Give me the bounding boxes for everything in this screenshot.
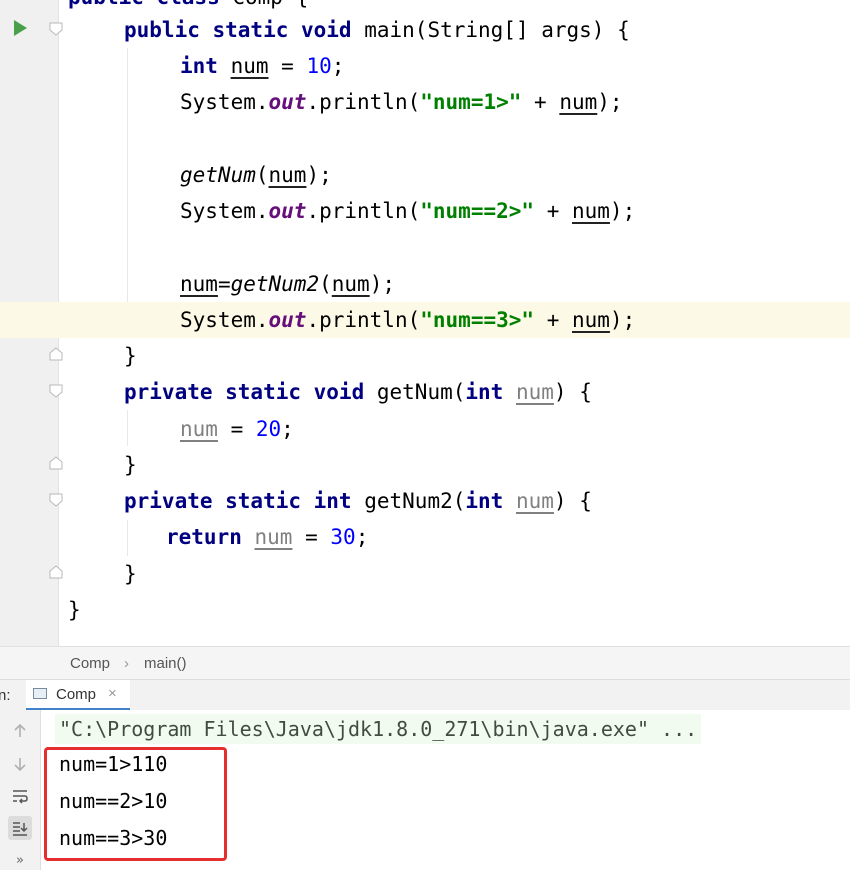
operator: + — [534, 199, 572, 223]
arrow-down-icon[interactable] — [8, 752, 32, 776]
more-icon[interactable]: » — [8, 848, 32, 872]
keyword: int — [465, 489, 504, 513]
variable: num — [268, 163, 307, 187]
punctuation: ); — [609, 308, 636, 332]
punctuation: ; — [331, 54, 345, 78]
code-line: } — [0, 338, 850, 374]
breadcrumb-method[interactable]: main() — [144, 655, 187, 672]
string-literal: "num==3>" — [420, 308, 535, 332]
string-literal: "num==2>" — [420, 199, 535, 223]
punctuation: ; — [281, 417, 294, 441]
run-tab-label: Comp — [56, 686, 97, 703]
current-code-line: System.out.println("num==3>" + num); — [0, 302, 850, 338]
breadcrumb-class[interactable]: Comp — [70, 655, 110, 672]
operator: = — [217, 417, 256, 441]
class-ref: System. — [180, 90, 269, 114]
method-signature: main(String[] args) { — [364, 18, 630, 42]
class-ref: System. — [180, 199, 269, 223]
method-call: getNum2 — [230, 272, 320, 296]
console-command-line: "C:\Program Files\Java\jdk1.8.0_271\bin\… — [55, 714, 702, 744]
console-icon — [33, 688, 47, 699]
run-tab-comp[interactable]: Comp × — [26, 680, 130, 711]
method-name: getNum( — [376, 380, 466, 404]
keyword: int — [465, 380, 504, 404]
string-literal: "num=1>" — [420, 90, 522, 114]
variable: num — [559, 90, 598, 114]
code-line: num = 20; — [0, 411, 850, 447]
variable: num — [571, 308, 610, 332]
punctuation: ); — [597, 90, 623, 114]
code-line: } — [0, 447, 850, 483]
punctuation: ); — [609, 199, 636, 223]
closing-brace: } — [124, 562, 137, 586]
punctuation: ( — [319, 272, 332, 296]
variable: num — [571, 199, 610, 223]
method-call: .println( — [306, 199, 421, 223]
run-label: n: — [0, 687, 11, 704]
closing-brace: } — [68, 598, 81, 622]
parameter: num — [515, 489, 554, 513]
code-line: } — [0, 556, 850, 592]
closing-brace: } — [124, 453, 137, 477]
field-ref: out — [268, 90, 307, 114]
parameter: num — [254, 525, 293, 549]
code-line: return num = 30; — [0, 519, 850, 555]
parameter: num — [180, 417, 218, 441]
variable: num — [230, 54, 269, 78]
code-line: int num = 10; — [0, 48, 850, 84]
punctuation: ); — [369, 272, 395, 296]
class-ref: System. — [180, 308, 269, 332]
punctuation: ) { — [553, 489, 592, 513]
operator: = — [217, 272, 231, 296]
code-line: } — [0, 592, 850, 628]
variable: num — [180, 272, 218, 296]
code-line: num=getNum2(num); — [0, 266, 850, 302]
keyword: return — [166, 525, 242, 549]
variable: num — [331, 272, 370, 296]
code-line: System.out.println("num=1>" + num); — [0, 84, 850, 120]
keyword: public static void — [124, 18, 352, 42]
keyword: private static int — [124, 489, 352, 513]
code-line: System.out.println("num==2>" + num); — [0, 193, 850, 229]
keyword: private static void — [124, 380, 365, 404]
output-highlight-box — [44, 747, 227, 861]
method-call: .println( — [306, 90, 421, 114]
code-line: private static int getNum2(int num) { — [0, 483, 850, 519]
code-line: private static void getNum(int num) { — [0, 374, 850, 410]
breadcrumb: Comp › main() — [0, 646, 850, 680]
punctuation: ; — [355, 525, 369, 549]
class-name: Comp { — [232, 0, 308, 9]
code-line: getNum(num); — [0, 157, 850, 193]
code-line: public static void main(String[] args) { — [0, 12, 850, 48]
keyword: public class — [68, 0, 220, 9]
breadcrumb-separator: › — [124, 655, 129, 672]
method-call: .println( — [306, 308, 421, 332]
operator: + — [521, 90, 560, 114]
number-literal: 10 — [306, 54, 332, 78]
scroll-to-end-icon[interactable] — [8, 816, 32, 840]
field-ref: out — [268, 199, 307, 223]
operator: + — [534, 308, 572, 332]
punctuation: ); — [306, 163, 332, 187]
operator: = — [292, 525, 331, 549]
number-literal: 30 — [330, 525, 356, 549]
operator: = — [268, 54, 307, 78]
arrow-up-icon[interactable] — [8, 719, 32, 743]
punctuation: ( — [255, 163, 269, 187]
field-ref: out — [268, 308, 307, 332]
number-literal: 20 — [255, 417, 282, 441]
method-call: getNum — [180, 163, 256, 187]
code-editor[interactable]: public class Comp { public static void m… — [0, 0, 850, 646]
close-icon[interactable]: × — [108, 685, 117, 702]
soft-wrap-icon[interactable] — [8, 784, 32, 808]
run-tool-header: n: Comp × — [0, 679, 850, 712]
closing-brace: } — [124, 344, 137, 368]
punctuation: ) { — [553, 380, 592, 404]
parameter: num — [515, 380, 554, 404]
keyword: int — [180, 54, 218, 78]
run-toolbar: » — [0, 710, 41, 870]
method-name: getNum2( — [364, 489, 466, 513]
